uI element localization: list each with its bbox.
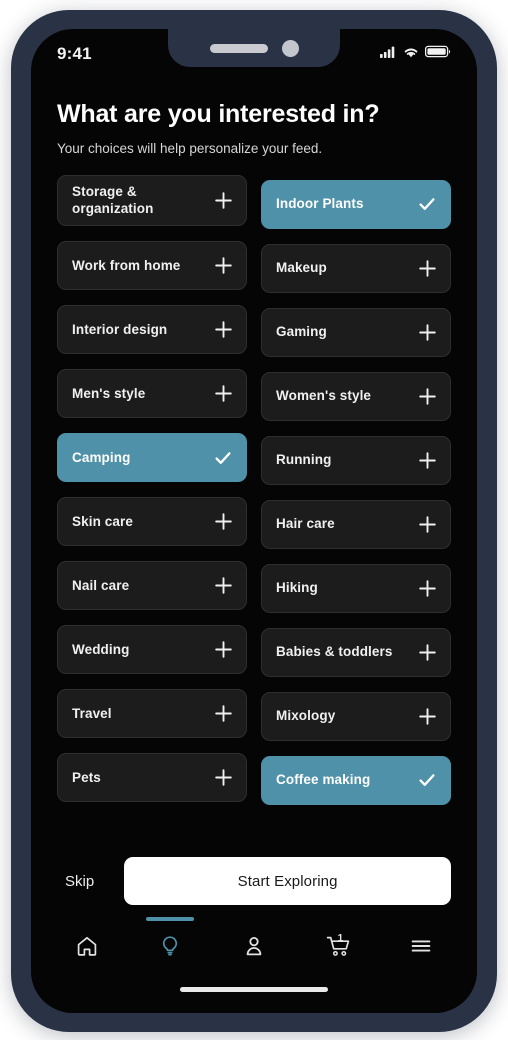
plus-icon xyxy=(417,642,437,662)
check-icon xyxy=(417,770,437,790)
plus-icon xyxy=(213,576,233,596)
interest-chip[interactable]: Skin care xyxy=(57,497,247,547)
interest-chip[interactable]: Mixology xyxy=(261,691,451,741)
plus-icon xyxy=(213,640,233,660)
interest-chip-label: Men's style xyxy=(72,385,146,401)
cart-badge-count: 1 xyxy=(337,933,344,944)
interest-chip[interactable]: Work from home xyxy=(57,241,247,291)
interest-chip-label: Skin care xyxy=(72,513,133,529)
interest-chip[interactable]: Travel xyxy=(57,689,247,739)
action-bar: Skip Start Exploring xyxy=(31,847,477,917)
interest-chip-label: Interior design xyxy=(72,321,168,337)
plus-icon xyxy=(213,512,233,532)
signal-icon xyxy=(380,45,397,63)
status-time: 9:41 xyxy=(57,44,92,63)
nav-item-cart[interactable]: 1 xyxy=(296,917,380,963)
lightbulb-icon xyxy=(158,934,182,963)
interests-column-left: Storage & organization Work from home Inte… xyxy=(57,174,247,805)
interest-chip-label: Wedding xyxy=(72,641,130,657)
front-camera xyxy=(281,39,299,57)
earpiece-speaker xyxy=(209,43,268,53)
home-indicator[interactable] xyxy=(180,987,328,992)
header-block: What are you interested in? Your choices… xyxy=(31,79,477,157)
interest-chip[interactable]: Interior design xyxy=(57,305,247,355)
start-exploring-button[interactable]: Start Exploring xyxy=(124,857,451,905)
home-icon xyxy=(75,934,99,963)
interest-chip[interactable]: Hiking xyxy=(261,563,451,613)
interest-chip[interactable]: Gaming xyxy=(261,307,451,357)
screen-content: What are you interested in? Your choices… xyxy=(31,79,477,1013)
nav-item-menu[interactable] xyxy=(379,917,463,963)
interest-chip-label: Hair care xyxy=(276,515,335,531)
nav-active-indicator xyxy=(146,917,195,921)
bottom-navigation: 1 xyxy=(31,917,477,979)
plus-icon xyxy=(213,384,233,404)
check-icon xyxy=(417,194,437,214)
plus-icon xyxy=(213,320,233,340)
account-icon xyxy=(242,934,266,963)
interest-chip[interactable]: Makeup xyxy=(261,243,451,293)
interest-chip-label: Storage & organization xyxy=(72,183,154,216)
interest-chip[interactable]: Running xyxy=(261,435,451,485)
interest-chip-label: Hiking xyxy=(276,579,318,595)
interests-columns: Storage & organization Work from home Inte… xyxy=(31,174,477,805)
check-icon xyxy=(213,448,233,468)
skip-button[interactable]: Skip xyxy=(57,863,110,900)
plus-icon xyxy=(417,258,437,278)
interest-chip-label: Nail care xyxy=(72,577,130,593)
wifi-icon xyxy=(403,45,419,63)
interest-chip-label: Gaming xyxy=(276,323,327,339)
interest-chip-label: Camping xyxy=(72,449,131,465)
page-title: What are you interested in? xyxy=(57,100,380,128)
nav-item-home[interactable] xyxy=(45,917,129,963)
phone-screen: 9:41 What are you interested in? Your ch… xyxy=(31,29,477,1013)
plus-icon xyxy=(417,450,437,470)
home-indicator-area xyxy=(31,979,477,1013)
interest-chip[interactable]: Camping xyxy=(57,433,247,483)
interest-chip-label: Travel xyxy=(72,705,112,721)
interest-chip[interactable]: Pets xyxy=(57,753,247,803)
nav-item-lightbulb[interactable] xyxy=(129,917,213,963)
interest-chip[interactable]: Women's style xyxy=(261,371,451,421)
plus-icon xyxy=(213,704,233,724)
interest-chip[interactable]: Storage & organization xyxy=(57,174,247,227)
plus-icon xyxy=(417,578,437,598)
plus-icon xyxy=(417,514,437,534)
interest-chip-label: Work from home xyxy=(72,257,181,273)
interests-column-right: Indoor Plants Makeup Gaming Women's style Ru… xyxy=(261,175,451,805)
interest-chip[interactable]: Coffee making xyxy=(261,755,451,805)
scroll-fade-overlay xyxy=(31,831,477,847)
interest-chip-label: Mixology xyxy=(276,707,336,723)
interest-chip-label: Makeup xyxy=(276,259,327,275)
interest-chip-label: Coffee making xyxy=(276,771,371,787)
plus-icon xyxy=(417,706,437,726)
interest-chip[interactable]: Nail care xyxy=(57,561,247,611)
plus-icon xyxy=(213,768,233,788)
interest-chip[interactable]: Wedding xyxy=(57,625,247,675)
plus-icon xyxy=(213,191,233,211)
interest-chip-label: Indoor Plants xyxy=(276,195,364,211)
menu-icon xyxy=(409,934,433,963)
interest-chip-label: Babies & toddlers xyxy=(276,643,393,659)
interest-chip-label: Women's style xyxy=(276,387,372,403)
phone-frame: 9:41 What are you interested in? Your ch… xyxy=(11,10,497,1032)
page-subtitle: Your choices will help personalize your … xyxy=(57,140,323,156)
interest-chip-label: Running xyxy=(276,451,332,467)
interest-chip[interactable]: Hair care xyxy=(261,499,451,549)
phone-notch xyxy=(168,29,340,67)
plus-icon xyxy=(417,386,437,406)
interest-chip-label: Pets xyxy=(72,769,101,785)
plus-icon xyxy=(417,322,437,342)
interest-chip[interactable]: Indoor Plants xyxy=(261,179,451,229)
plus-icon xyxy=(213,256,233,276)
battery-icon xyxy=(424,45,451,63)
status-icons xyxy=(380,45,451,63)
nav-item-account[interactable] xyxy=(212,917,296,963)
interest-chip[interactable]: Babies & toddlers xyxy=(261,627,451,677)
interests-scroll-area[interactable]: Storage & organization Work from home Inte… xyxy=(31,174,477,847)
interest-chip[interactable]: Men's style xyxy=(57,369,247,419)
